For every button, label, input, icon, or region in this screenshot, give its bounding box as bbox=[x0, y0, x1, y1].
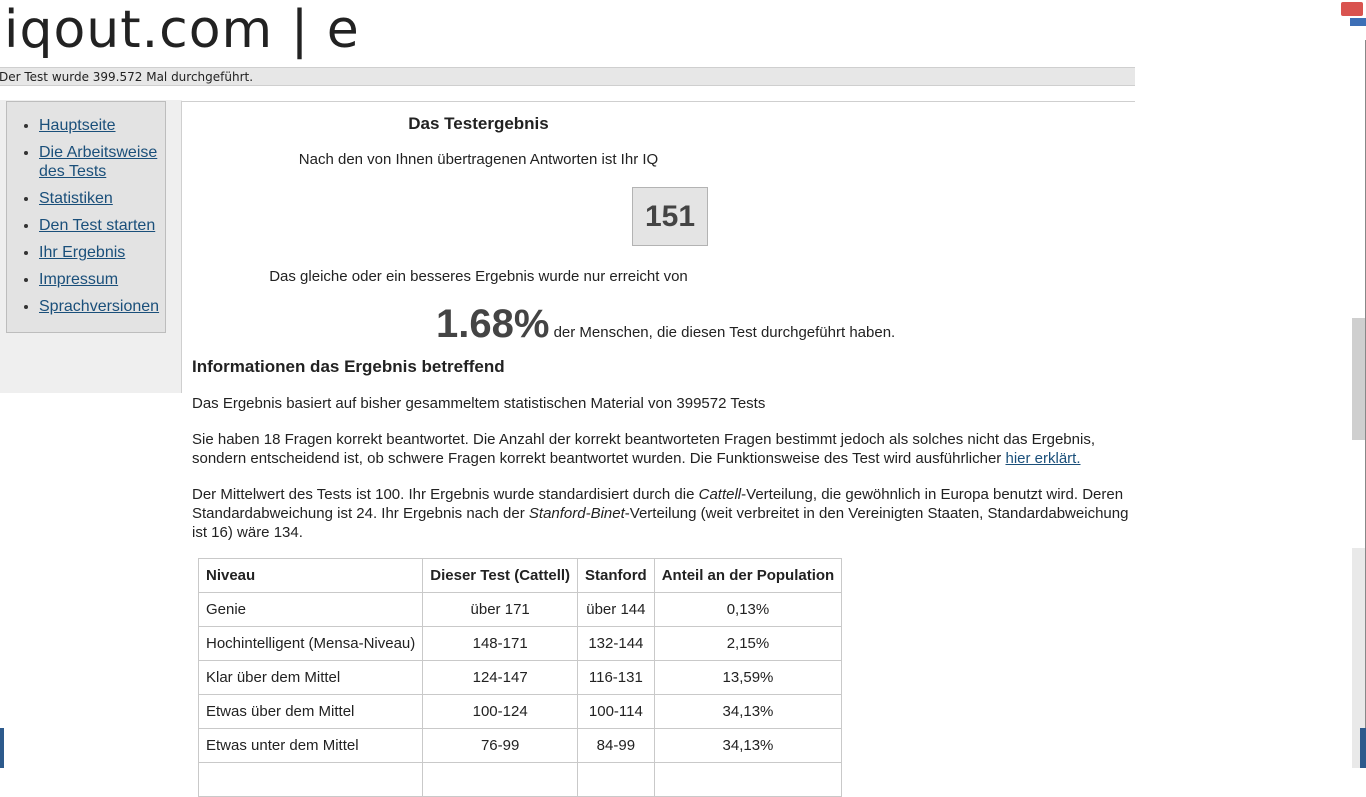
table-cell: 34,13% bbox=[653, 694, 843, 729]
table-cell: Etwas über dem Mittel bbox=[197, 694, 424, 729]
table-cell: 2,15% bbox=[653, 626, 843, 661]
window-control-icon[interactable] bbox=[1350, 18, 1366, 26]
info-p2-text: Sie haben 18 Fragen korrekt beantwortet.… bbox=[192, 431, 1095, 467]
sidebar-item-statistiken: Statistiken bbox=[39, 189, 165, 208]
percentile-value: 1.68% bbox=[436, 302, 550, 346]
table-cell: 100-124 bbox=[422, 694, 579, 729]
sidebar-nav: Hauptseite Die Arbeitsweise des Tests St… bbox=[6, 101, 166, 333]
table-cell: 116-131 bbox=[577, 660, 655, 695]
table-cell: 84-99 bbox=[577, 728, 655, 763]
table-cell: 124-147 bbox=[422, 660, 579, 695]
percentile-line: 1.68% der Menschen, die diesen Test durc… bbox=[436, 302, 895, 347]
table-cell: Genie bbox=[197, 592, 424, 627]
percentile-suffix: der Menschen, die diesen Test durchgefüh… bbox=[549, 324, 896, 341]
table-row: Etwas unter dem Mittel 76-99 84-99 34,13… bbox=[197, 728, 843, 763]
table-cell: über 144 bbox=[577, 592, 655, 627]
table-cell: 132-144 bbox=[577, 626, 655, 661]
table-row: Etwas über dem Mittel 100-124 100-114 34… bbox=[197, 694, 843, 729]
table-row: Genie über 171 über 144 0,13% bbox=[197, 592, 843, 627]
table-cell: Etwas unter dem Mittel bbox=[197, 728, 424, 763]
info-p3-cattell: Cattell bbox=[698, 486, 742, 503]
sidebar-item-sprachversionen: Sprachversionen bbox=[39, 297, 165, 316]
table-cell: 34,13% bbox=[653, 728, 843, 763]
test-counter-bar: Der Test wurde 399.572 Mal durchgeführt. bbox=[0, 67, 1135, 86]
result-intro: Nach den von Ihnen übertragenen Antworte… bbox=[298, 151, 659, 168]
content-border-top bbox=[182, 101, 1135, 102]
col-header-stanford: Stanford bbox=[577, 558, 655, 593]
info-paragraph-distribution: Der Mittelwert des Tests ist 100. Ihr Er… bbox=[192, 485, 1137, 542]
test-counter-text: Der Test wurde 399.572 Mal durchgeführt. bbox=[0, 70, 254, 84]
sidebar-item-ergebnis: Ihr Ergebnis bbox=[39, 243, 165, 262]
col-header-niveau: Niveau bbox=[197, 558, 424, 593]
iq-levels-table: Niveau Dieser Test (Cattell) Stanford An… bbox=[197, 558, 843, 797]
better-result-text: Das gleiche oder ein besseres Ergebnis w… bbox=[269, 268, 688, 285]
table-cell: 13,59% bbox=[653, 660, 843, 695]
table-cell: 76-99 bbox=[422, 728, 579, 763]
info-heading: Informationen das Ergebnis betreffend bbox=[192, 357, 505, 376]
sidebar-link-sprachversionen[interactable]: Sprachversionen bbox=[39, 298, 159, 315]
table-cell: 0,13% bbox=[653, 592, 843, 627]
table-cell: 148-171 bbox=[422, 626, 579, 661]
explained-here-link[interactable]: hier erklärt. bbox=[1005, 450, 1080, 467]
table-cell: Klar über dem Mittel bbox=[197, 660, 424, 695]
table-row: Klar über dem Mittel 124-147 116-131 13,… bbox=[197, 660, 843, 695]
info-paragraph-answers: Sie haben 18 Fragen korrekt beantwortet.… bbox=[192, 430, 1137, 468]
info-p3-a: Der Mittelwert des Tests ist 100. Ihr Er… bbox=[192, 486, 699, 503]
sidebar-item-test-starten: Den Test starten bbox=[39, 216, 165, 235]
iq-levels-table-wrap: Niveau Dieser Test (Cattell) Stanford An… bbox=[197, 558, 843, 797]
table-row: Hochintelligent (Mensa-Niveau) 148-171 1… bbox=[197, 626, 843, 661]
sidebar-link-test-starten[interactable]: Den Test starten bbox=[39, 217, 155, 234]
table-cell: über 171 bbox=[422, 592, 579, 627]
table-cell: 100-114 bbox=[577, 694, 655, 729]
col-header-population: Anteil an der Population bbox=[653, 558, 843, 593]
close-icon[interactable] bbox=[1341, 2, 1363, 16]
taskbar-edge-left bbox=[0, 728, 4, 768]
info-p3-stanford: Stanford-Binet bbox=[528, 505, 625, 522]
col-header-cattell: Dieser Test (Cattell) bbox=[422, 558, 579, 593]
site-logo[interactable]: iqout.com | e bbox=[4, 0, 360, 60]
result-title: Das Testergebnis bbox=[408, 114, 549, 133]
table-cell: Hochintelligent (Mensa-Niveau) bbox=[197, 626, 424, 661]
scrollbar-thumb[interactable] bbox=[1352, 318, 1366, 440]
iq-score-box: 151 bbox=[632, 187, 708, 246]
taskbar-edge-right bbox=[1360, 728, 1366, 768]
content-border-left bbox=[181, 101, 182, 393]
sidebar-link-ergebnis[interactable]: Ihr Ergebnis bbox=[39, 244, 125, 261]
table-header-row: Niveau Dieser Test (Cattell) Stanford An… bbox=[197, 558, 843, 593]
sidebar-link-statistiken[interactable]: Statistiken bbox=[39, 190, 113, 207]
info-paragraph-basis: Das Ergebnis basiert auf bisher gesammel… bbox=[192, 395, 766, 412]
